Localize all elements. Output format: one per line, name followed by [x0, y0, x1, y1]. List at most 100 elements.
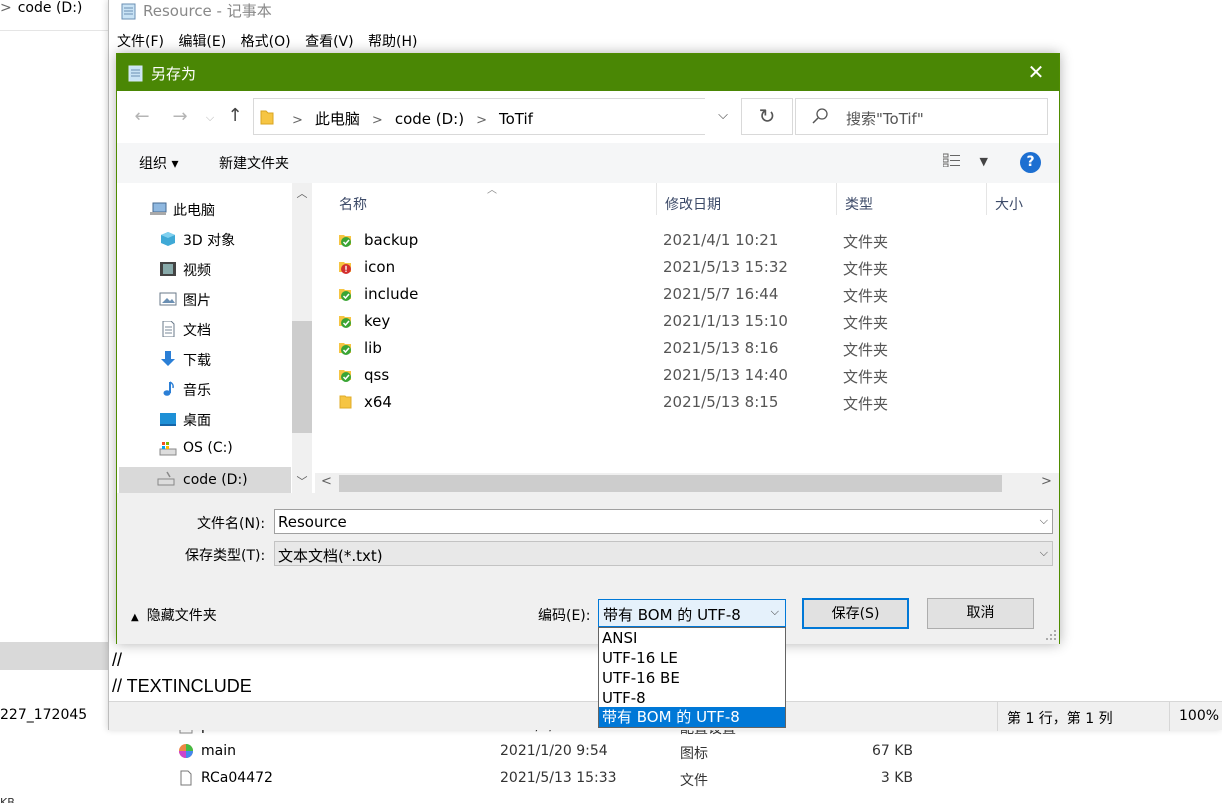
navigation-scrollbar[interactable]: ︿ ﹀ [292, 183, 312, 493]
breadcrumb-totif[interactable]: ToTif [499, 110, 533, 128]
menu-format[interactable]: 格式(O) [241, 30, 291, 51]
chevron-right-icon: > [476, 113, 487, 128]
back-arrow-icon[interactable]: ← [131, 106, 153, 127]
forward-arrow-icon[interactable]: → [169, 106, 191, 127]
search-input[interactable]: 搜索"ToTif" [795, 98, 1048, 135]
chevron-down-icon: ⌵ [1039, 546, 1048, 559]
background-filename: 227_172045 [0, 707, 88, 723]
dialog-body: ← → ⌵ ↑ > 此电脑 > code (D:) > ToTif ⌵ ↻ 搜索"ToTi… [117, 91, 1059, 644]
organize-button[interactable]: 组织 ▾ [139, 153, 178, 173]
encoding-value: 带有 BOM 的 UTF-8 [603, 606, 741, 624]
menu-help[interactable]: 帮助(H) [368, 30, 417, 51]
filename-label: 文件名(N): [197, 516, 266, 532]
encoding-option-utf8-bom[interactable]: 带有 BOM 的 UTF-8 [599, 707, 785, 727]
column-header-date[interactable]: 修改日期 [665, 194, 721, 214]
column-header-type[interactable]: 类型 [845, 194, 873, 214]
column-divider[interactable] [986, 183, 987, 215]
file-date: 2021/5/13 15:32 [663, 258, 788, 276]
recent-locations-chevron-icon[interactable]: ⌵ [199, 111, 221, 125]
sidebar-item-label: OS (C:) [183, 440, 233, 456]
table-row[interactable]: icon 2021/5/13 15:32 文件夹 [335, 254, 1055, 281]
close-icon[interactable]: ✕ [1027, 62, 1045, 82]
cancel-button[interactable]: 取消 [927, 598, 1034, 629]
desktop-icon [159, 411, 177, 427]
scrollbar-thumb[interactable] [339, 475, 1002, 492]
editor-line[interactable]: // [112, 650, 122, 671]
file-type: 图标 [680, 746, 708, 762]
table-row[interactable]: key 2021/1/13 15:10 文件夹 [335, 308, 1055, 335]
resize-grip-icon[interactable] [1045, 629, 1057, 641]
scrollbar-thumb[interactable] [292, 321, 312, 433]
file-name: main [201, 743, 236, 759]
menu-view[interactable]: 查看(V) [305, 30, 354, 51]
file-name: lib [364, 339, 382, 357]
table-row[interactable]: include 2021/5/7 16:44 文件夹 [335, 281, 1055, 308]
file-date: 2021/4/1 10:21 [663, 231, 779, 249]
encoding-option-utf16be[interactable]: UTF-16 BE [599, 668, 785, 688]
view-options-icon[interactable]: ▼ [942, 153, 988, 169]
list-item[interactable]: RCa04472 2021/5/13 15:33 文件 3 KB [150, 768, 930, 790]
save-button[interactable]: 保存(S) [802, 598, 909, 629]
address-history-chevron-icon[interactable]: ⌵ [705, 98, 741, 135]
scroll-down-icon[interactable]: ﹀ [292, 473, 312, 491]
refresh-icon[interactable]: ↻ [741, 98, 793, 135]
file-list-scrollbar[interactable]: < > [315, 473, 1059, 493]
dialog-title-bar[interactable]: 另存为 ✕ [117, 54, 1059, 91]
scroll-up-icon[interactable]: ︿ [292, 185, 312, 203]
table-row[interactable]: backup 2021/4/1 10:21 文件夹 [335, 227, 1055, 254]
column-divider[interactable] [836, 183, 837, 215]
breadcrumb-this-pc[interactable]: 此电脑 [315, 110, 360, 128]
filetype-select[interactable]: 文本文档(*.txt) ⌵ [274, 541, 1053, 566]
encoding-option-utf8[interactable]: UTF-8 [599, 688, 785, 708]
column-header-name[interactable]: 名称 [339, 194, 367, 214]
divider [1169, 702, 1170, 731]
sidebar-item-this-pc[interactable]: 此电脑 [149, 197, 309, 223]
navigation-pane: 此电脑 3D 对象 视频 图片 文档 下载 音乐 桌面 OS (C:) code… [117, 183, 313, 497]
menu-file[interactable]: 文件(F) [117, 30, 164, 51]
new-folder-button[interactable]: 新建文件夹 [219, 153, 289, 173]
notepad-title-bar[interactable]: Resource - 记事本 [109, 0, 1222, 25]
file-type: 文件夹 [843, 368, 889, 386]
sidebar-item-label: 下载 [183, 353, 211, 369]
chevron-right-icon: > [292, 113, 303, 128]
sidebar-item-label: 桌面 [183, 413, 211, 429]
encoding-select[interactable]: 带有 BOM 的 UTF-8 ⌵ [598, 599, 786, 627]
3d-objects-icon [159, 231, 177, 247]
file-date: 2021/1/13 15:10 [663, 312, 788, 330]
file-date: 2021/5/13 8:16 [663, 339, 779, 357]
column-header-size[interactable]: 大小 [995, 194, 1023, 214]
synced-folder-icon [337, 313, 353, 329]
table-row[interactable]: qss 2021/5/13 14:40 文件夹 [335, 362, 1055, 389]
documents-icon [159, 320, 177, 338]
up-arrow-icon[interactable]: ↑ [224, 105, 246, 126]
file-date: 2021/5/13 15:33 [500, 770, 617, 786]
error-folder-icon [337, 259, 353, 275]
editor-line[interactable]: // TEXTINCLUDE [112, 676, 252, 697]
file-name: backup [364, 231, 419, 249]
breadcrumb: > 此电脑 > code (D:) > ToTif [280, 108, 533, 129]
sort-ascending-icon: ︿ [487, 185, 497, 196]
search-placeholder: 搜索"ToTif" [846, 110, 924, 128]
file-name: icon [364, 258, 396, 276]
table-row[interactable]: lib 2021/5/13 8:16 文件夹 [335, 335, 1055, 362]
filename-value: Resource [278, 513, 347, 531]
notepad-icon [128, 64, 144, 82]
scroll-left-icon[interactable]: < [321, 474, 332, 489]
encoding-option-utf16le[interactable]: UTF-16 LE [599, 648, 785, 668]
table-row[interactable]: x64 2021/5/13 8:15 文件夹 [335, 389, 1055, 416]
encoding-option-ansi[interactable]: ANSI [599, 628, 785, 648]
file-name: x64 [364, 393, 392, 411]
hide-folders-button[interactable]: ▲ 隐藏文件夹 [131, 605, 217, 625]
help-icon[interactable]: ? [1020, 152, 1041, 173]
menu-edit[interactable]: 编辑(E) [178, 30, 226, 51]
column-divider[interactable] [656, 183, 657, 215]
chevron-down-icon[interactable]: ⌵ [1040, 514, 1048, 528]
background-selected-row[interactable] [0, 642, 108, 670]
scroll-right-icon[interactable]: > [1041, 474, 1052, 489]
filename-field[interactable]: Resource ⌵ [274, 509, 1053, 534]
file-icon [178, 770, 194, 786]
save-as-dialog: 另存为 ✕ ← → ⌵ ↑ > 此电脑 > code (D:) > ToTif ⌵ ↻ 搜… [116, 53, 1060, 644]
breadcrumb-code-d[interactable]: code (D:) [395, 110, 464, 128]
list-item[interactable]: main 2021/1/20 9:54 图标 67 KB [150, 741, 930, 763]
file-date: 2021/5/13 14:40 [663, 366, 788, 384]
